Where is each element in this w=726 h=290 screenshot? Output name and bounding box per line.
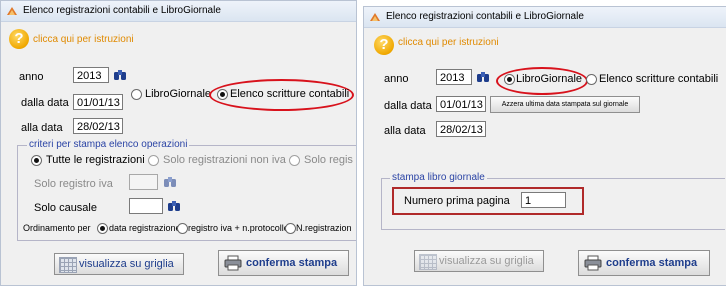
dalla-data-field[interactable]: 01/01/13 bbox=[436, 96, 486, 112]
radio-elenco-label: Elenco scritture contabili bbox=[599, 73, 719, 85]
help-link[interactable]: clicca qui per istruzioni bbox=[33, 34, 134, 45]
numero-prima-pagina-field[interactable]: 1 bbox=[521, 192, 566, 208]
criteri-group-title: criteri per stampa elenco operazioni bbox=[27, 139, 190, 150]
window-title: Elenco registrazioni contabili e LibroGi… bbox=[386, 11, 584, 22]
radio-ord-registro[interactable] bbox=[177, 223, 188, 234]
conferma-stampa-label: conferma stampa bbox=[606, 257, 698, 269]
radio-non-iva[interactable] bbox=[148, 155, 159, 166]
solo-registro-iva-field[interactable] bbox=[129, 174, 158, 190]
solo-causale-field[interactable] bbox=[129, 198, 163, 214]
anno-field[interactable]: 2013 bbox=[436, 69, 472, 85]
conferma-stampa-button[interactable]: conferma stampa bbox=[578, 250, 710, 276]
anno-field[interactable]: 2013 bbox=[73, 67, 109, 83]
visualizza-griglia-button[interactable]: visualizza su griglia bbox=[414, 250, 544, 272]
radio-ord-nreg-label: N.registrazion bbox=[296, 223, 352, 233]
dalla-data-field[interactable]: 01/01/13 bbox=[73, 94, 123, 110]
help-icon[interactable]: ? bbox=[9, 29, 29, 49]
conferma-stampa-label: conferma stampa bbox=[246, 257, 338, 269]
window-elenco-scritture: Elenco registrazioni contabili e LibroGi… bbox=[0, 0, 357, 286]
window-libro-giornale: Elenco registrazioni contabili e LibroGi… bbox=[363, 6, 726, 286]
radio-solo-regis[interactable] bbox=[289, 155, 300, 166]
radio-ord-data-label: data registrazione bbox=[109, 223, 181, 233]
dalla-data-label: dalla data bbox=[384, 100, 432, 112]
radio-librogiornale-label: LibroGiornale bbox=[516, 73, 583, 85]
azzera-data-button[interactable]: Azzera ultima data stampata sul giornale bbox=[490, 96, 640, 113]
title-bar: Elenco registrazioni contabili e LibroGi… bbox=[364, 7, 726, 28]
visualizza-griglia-label: visualizza su griglia bbox=[439, 255, 534, 267]
alla-data-field[interactable]: 28/02/13 bbox=[73, 118, 123, 134]
radio-elenco-scritture[interactable] bbox=[217, 89, 228, 100]
solo-registro-iva-label: Solo registro iva bbox=[34, 178, 113, 190]
binoculars-icon[interactable] bbox=[113, 69, 127, 81]
alla-data-field[interactable]: 28/02/13 bbox=[436, 121, 486, 137]
radio-tutte[interactable] bbox=[31, 155, 42, 166]
libro-giornale-group-title: stampa libro giornale bbox=[390, 172, 487, 183]
radio-non-iva-label: Solo registrazioni non iva bbox=[163, 154, 286, 166]
anno-label: anno bbox=[19, 71, 44, 83]
anno-label: anno bbox=[384, 73, 409, 85]
grid-icon bbox=[59, 257, 77, 273]
ordinamento-label: Ordinamento per bbox=[23, 223, 91, 233]
numero-prima-pagina-label: Numero prima pagina bbox=[404, 195, 510, 207]
printer-icon bbox=[584, 255, 602, 271]
radio-ord-registro-label: registro iva + n.protocollo bbox=[188, 223, 289, 233]
radio-elenco-label: Elenco scritture contabili bbox=[230, 88, 350, 100]
binoculars-icon[interactable] bbox=[167, 200, 181, 212]
radio-ord-nreg[interactable] bbox=[285, 223, 296, 234]
radio-solo-regis-label: Solo regis bbox=[304, 154, 353, 166]
alla-data-label: alla data bbox=[21, 122, 63, 134]
radio-librogiornale[interactable] bbox=[131, 89, 142, 100]
title-bar: Elenco registrazioni contabili e LibroGi… bbox=[1, 1, 356, 22]
binoculars-icon[interactable] bbox=[476, 71, 490, 83]
help-icon[interactable]: ? bbox=[374, 35, 394, 55]
radio-elenco-scritture[interactable] bbox=[586, 74, 597, 85]
visualizza-griglia-label: visualizza su griglia bbox=[79, 258, 174, 270]
grid-icon bbox=[419, 254, 437, 270]
alla-data-label: alla data bbox=[384, 125, 426, 137]
radio-librogiornale[interactable] bbox=[504, 74, 515, 85]
window-title: Elenco registrazioni contabili e LibroGi… bbox=[23, 5, 221, 16]
app-icon bbox=[7, 7, 17, 15]
radio-ord-data[interactable] bbox=[97, 223, 108, 234]
conferma-stampa-button[interactable]: conferma stampa bbox=[218, 250, 349, 276]
app-icon bbox=[370, 13, 380, 21]
printer-icon bbox=[224, 255, 242, 271]
binoculars-icon[interactable] bbox=[163, 176, 177, 188]
dalla-data-label: dalla data bbox=[21, 97, 69, 109]
radio-tutte-label: Tutte le registrazioni bbox=[46, 154, 145, 166]
help-link[interactable]: clicca qui per istruzioni bbox=[398, 37, 499, 48]
radio-librogiornale-label: LibroGiornale bbox=[145, 88, 212, 100]
solo-causale-label: Solo causale bbox=[34, 202, 97, 214]
visualizza-griglia-button[interactable]: visualizza su griglia bbox=[54, 253, 184, 275]
